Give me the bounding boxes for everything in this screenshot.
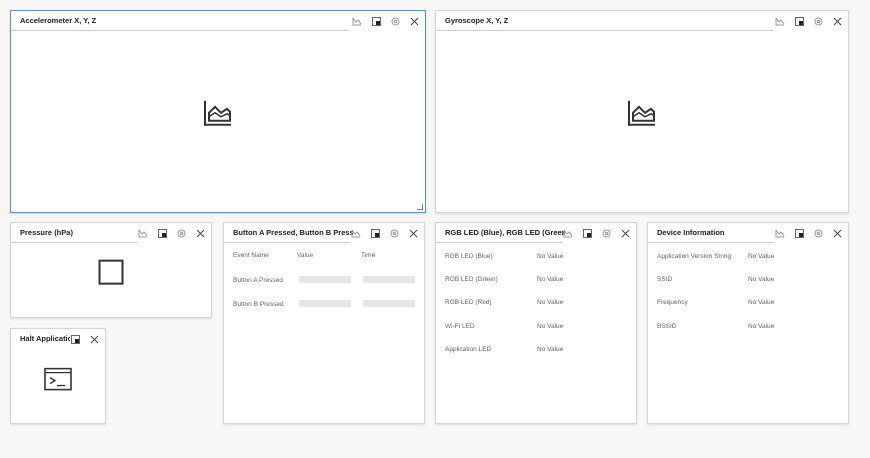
column-header: Event Name [233, 252, 269, 259]
close-icon[interactable] [406, 226, 420, 240]
tile-halt-application[interactable]: Halt Applicatio [10, 328, 106, 424]
tile-toolbar [350, 14, 421, 28]
gear-icon[interactable] [388, 14, 402, 28]
property-label: RGB LED (Red) [445, 299, 492, 307]
tile-title: Accelerometer X, Y, Z [20, 16, 97, 25]
close-icon[interactable] [193, 226, 207, 240]
pin-icon[interactable] [792, 226, 806, 240]
property-value: No Value [537, 276, 564, 284]
tile-toolbar [773, 14, 844, 28]
property-value: No Value [748, 253, 775, 260]
property-label: Wi-Fi LED [445, 322, 475, 330]
compare-icon[interactable] [773, 14, 787, 28]
property-label: Frequency [657, 299, 688, 307]
tile-rgb-led[interactable]: RGB LED (Blue), RGB LED (Green), RG RGB … [435, 222, 637, 424]
gear-icon[interactable] [599, 226, 613, 240]
pin-icon[interactable] [369, 14, 383, 28]
gear-icon[interactable] [174, 226, 188, 240]
compare-icon[interactable] [350, 14, 364, 28]
square-icon [98, 259, 124, 290]
property-value: No Value [748, 276, 775, 284]
property-label: BSSID [657, 322, 677, 330]
close-icon[interactable] [830, 14, 844, 28]
gear-icon[interactable] [811, 14, 825, 28]
compare-icon[interactable] [136, 226, 150, 240]
tile-toolbar [773, 226, 844, 240]
property-label: RGB LED (Blue) [445, 253, 493, 260]
chart-icon [627, 98, 657, 131]
close-icon[interactable] [618, 226, 632, 240]
pin-icon[interactable] [792, 14, 806, 28]
pin-icon[interactable] [580, 226, 594, 240]
tile-device-information[interactable]: Device Information Application Version S… [647, 222, 849, 424]
property-label: Application LED [445, 345, 492, 353]
pin-icon[interactable] [368, 226, 382, 240]
close-icon[interactable] [87, 332, 101, 346]
column-header: Value [297, 252, 314, 259]
resize-handle[interactable] [417, 204, 423, 210]
tile-gyroscope[interactable]: Gyroscope X, Y, Z [435, 10, 849, 213]
pin-icon[interactable] [155, 226, 169, 240]
compare-icon[interactable] [773, 226, 787, 240]
property-value: No Value [537, 322, 564, 330]
event-name: Button A Pressed [233, 277, 283, 284]
property-value: No Value [537, 253, 564, 260]
tile-accelerometer[interactable]: Accelerometer X, Y, Z [10, 10, 426, 213]
property-value: No Value [748, 322, 775, 330]
gear-icon[interactable] [387, 226, 401, 240]
time-placeholder [363, 300, 415, 307]
compare-icon[interactable] [349, 226, 363, 240]
tile-title: Pressure (hPa) [20, 228, 73, 237]
close-icon[interactable] [407, 14, 421, 28]
column-header: Time [361, 252, 376, 259]
tile-toolbar [561, 226, 632, 240]
tile-pressure[interactable]: Pressure (hPa) [10, 222, 212, 318]
tile-title: Gyroscope X, Y, Z [445, 16, 509, 25]
time-placeholder [363, 276, 415, 283]
event-name: Button B Pressed [233, 301, 284, 308]
property-label: Application Version String [657, 253, 732, 260]
tile-title: Device Information [657, 228, 725, 237]
value-placeholder [299, 276, 351, 283]
value-placeholder [299, 300, 351, 307]
tile-toolbar [136, 226, 207, 240]
tile-buttons[interactable]: Button A Pressed, Button B Pressed Event… [223, 222, 425, 424]
tile-title: RGB LED (Blue), RGB LED (Green), RG [445, 228, 565, 237]
terminal-icon[interactable] [44, 367, 72, 396]
tile-title: Button A Pressed, Button B Pressed [233, 228, 353, 237]
pin-icon[interactable] [68, 332, 82, 346]
tile-title: Halt Applicatio [20, 334, 70, 343]
property-value: No Value [537, 299, 564, 307]
gear-icon[interactable] [811, 226, 825, 240]
close-icon[interactable] [830, 226, 844, 240]
chart-icon [203, 98, 233, 131]
compare-icon[interactable] [561, 226, 575, 240]
property-label: SSID [657, 276, 673, 284]
tile-toolbar [349, 226, 420, 240]
property-value: No Value [537, 345, 564, 353]
property-label: RGB LED (Green) [445, 276, 498, 284]
property-value: No Value [748, 299, 775, 307]
